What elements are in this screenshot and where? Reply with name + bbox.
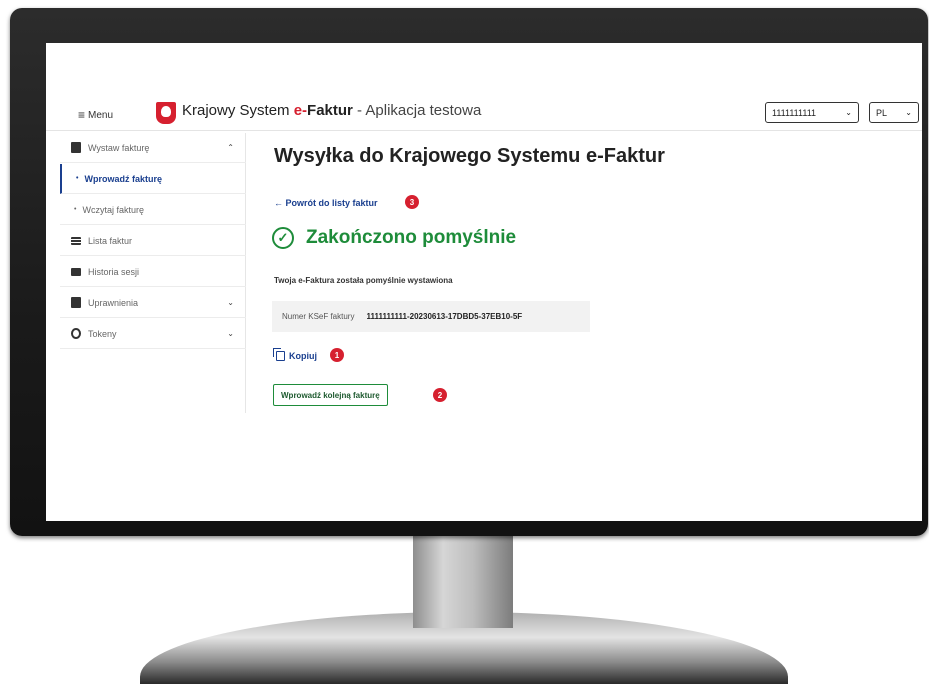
eagle-logo-icon	[156, 102, 176, 124]
bullet-icon: •	[74, 206, 77, 213]
brand-suffix: - Aplikacja testowa	[352, 102, 482, 119]
monitor-photo: ≡ Menu Krajowy System e-Faktur - Aplikac…	[0, 0, 929, 684]
ksef-label: Numer KSeF faktury	[282, 312, 355, 321]
menu-label: Menu	[88, 109, 114, 121]
chevron-down-icon: ⌄	[227, 329, 234, 338]
nip-selector[interactable]: 1111111111 ⌄	[765, 102, 859, 123]
brand-e: e-	[293, 102, 308, 119]
menu-button[interactable]: ≡ Menu	[78, 108, 113, 122]
sidebar-item-uprawnienia[interactable]: Uprawnienia ⌄	[60, 288, 246, 318]
ksef-number-box: Numer KSeF faktury 1111111111-20230613-1…	[272, 301, 590, 332]
sidebar-item-label: Wystaw fakturę	[88, 142, 150, 153]
brand-prefix: Krajowy System	[182, 102, 294, 119]
next-invoice-button[interactable]: Wprowadź kolejną fakturę	[273, 384, 388, 406]
app-title: Krajowy System e-Faktur - Aplikacja test…	[182, 102, 481, 119]
nip-value: 1111111111	[772, 107, 817, 118]
brand-faktur: Faktur	[307, 102, 353, 119]
success-description: Twoja e-Faktura została pomyślnie wystaw…	[274, 276, 453, 285]
lang-value: PL	[876, 107, 888, 118]
monitor-bezel: ≡ Menu Krajowy System e-Faktur - Aplikac…	[10, 8, 928, 536]
chevron-down-icon: ⌄	[227, 298, 234, 307]
sidebar-item-historia[interactable]: Historia sesji	[60, 257, 246, 287]
copy-label: Kopiuj	[289, 351, 317, 361]
copy-button[interactable]: Kopiuj	[273, 348, 317, 361]
app-screen: ≡ Menu Krajowy System e-Faktur - Aplikac…	[46, 43, 922, 521]
hamburger-icon: ≡	[78, 108, 86, 122]
sidebar: Wystaw fakturę ⌃ • Wprowadź fakturę • Wc…	[60, 133, 246, 413]
chevron-down-icon: ⌄	[845, 108, 852, 117]
step-badge-3: 3	[405, 195, 419, 209]
sidebar-item-lista[interactable]: Lista faktur	[60, 226, 246, 256]
chevron-up-icon: ⌃	[227, 143, 234, 152]
ksef-value: 1111111111-20230613-17DBD5-37EB10-5F	[366, 312, 523, 321]
sidebar-item-label: Lista faktur	[88, 235, 133, 246]
circle-icon	[71, 328, 81, 339]
sidebar-item-wystaw[interactable]: Wystaw fakturę ⌃	[60, 133, 246, 163]
bullet-icon: •	[76, 175, 79, 182]
page-title: Wysyłka do Krajowego Systemu e-Faktur	[274, 145, 665, 167]
copy-icon	[273, 348, 285, 361]
check-circle-icon: ✓	[272, 227, 294, 249]
sidebar-item-label: Tokeny	[88, 328, 117, 339]
mail-icon	[71, 267, 81, 276]
chevron-down-icon: ⌄	[905, 108, 912, 117]
sidebar-item-wczytaj[interactable]: • Wczytaj fakturę	[60, 195, 246, 225]
list-icon	[71, 236, 81, 245]
document-icon	[71, 297, 81, 308]
sidebar-item-label: Wprowadź fakturę	[84, 173, 162, 184]
sidebar-item-label: Wczytaj fakturę	[82, 204, 144, 215]
sidebar-item-label: Historia sesji	[88, 266, 140, 277]
back-to-list-link[interactable]: ← Powrót do listy faktur	[274, 198, 378, 208]
monitor-neck	[413, 536, 513, 628]
step-badge-2: 2	[433, 388, 447, 402]
success-message: Zakończono pomyślnie	[306, 227, 517, 248]
sidebar-item-wprowadz[interactable]: • Wprowadź fakturę	[60, 164, 246, 194]
top-bar: ≡ Menu Krajowy System e-Faktur - Aplikac…	[46, 99, 922, 131]
sidebar-item-label: Uprawnienia	[88, 297, 139, 308]
language-selector[interactable]: PL ⌄	[869, 102, 919, 123]
success-status: ✓ Zakończono pomyślnie	[272, 227, 516, 249]
step-badge-1: 1	[330, 348, 344, 362]
sidebar-item-tokeny[interactable]: Tokeny ⌄	[60, 319, 246, 349]
document-icon	[71, 142, 81, 153]
